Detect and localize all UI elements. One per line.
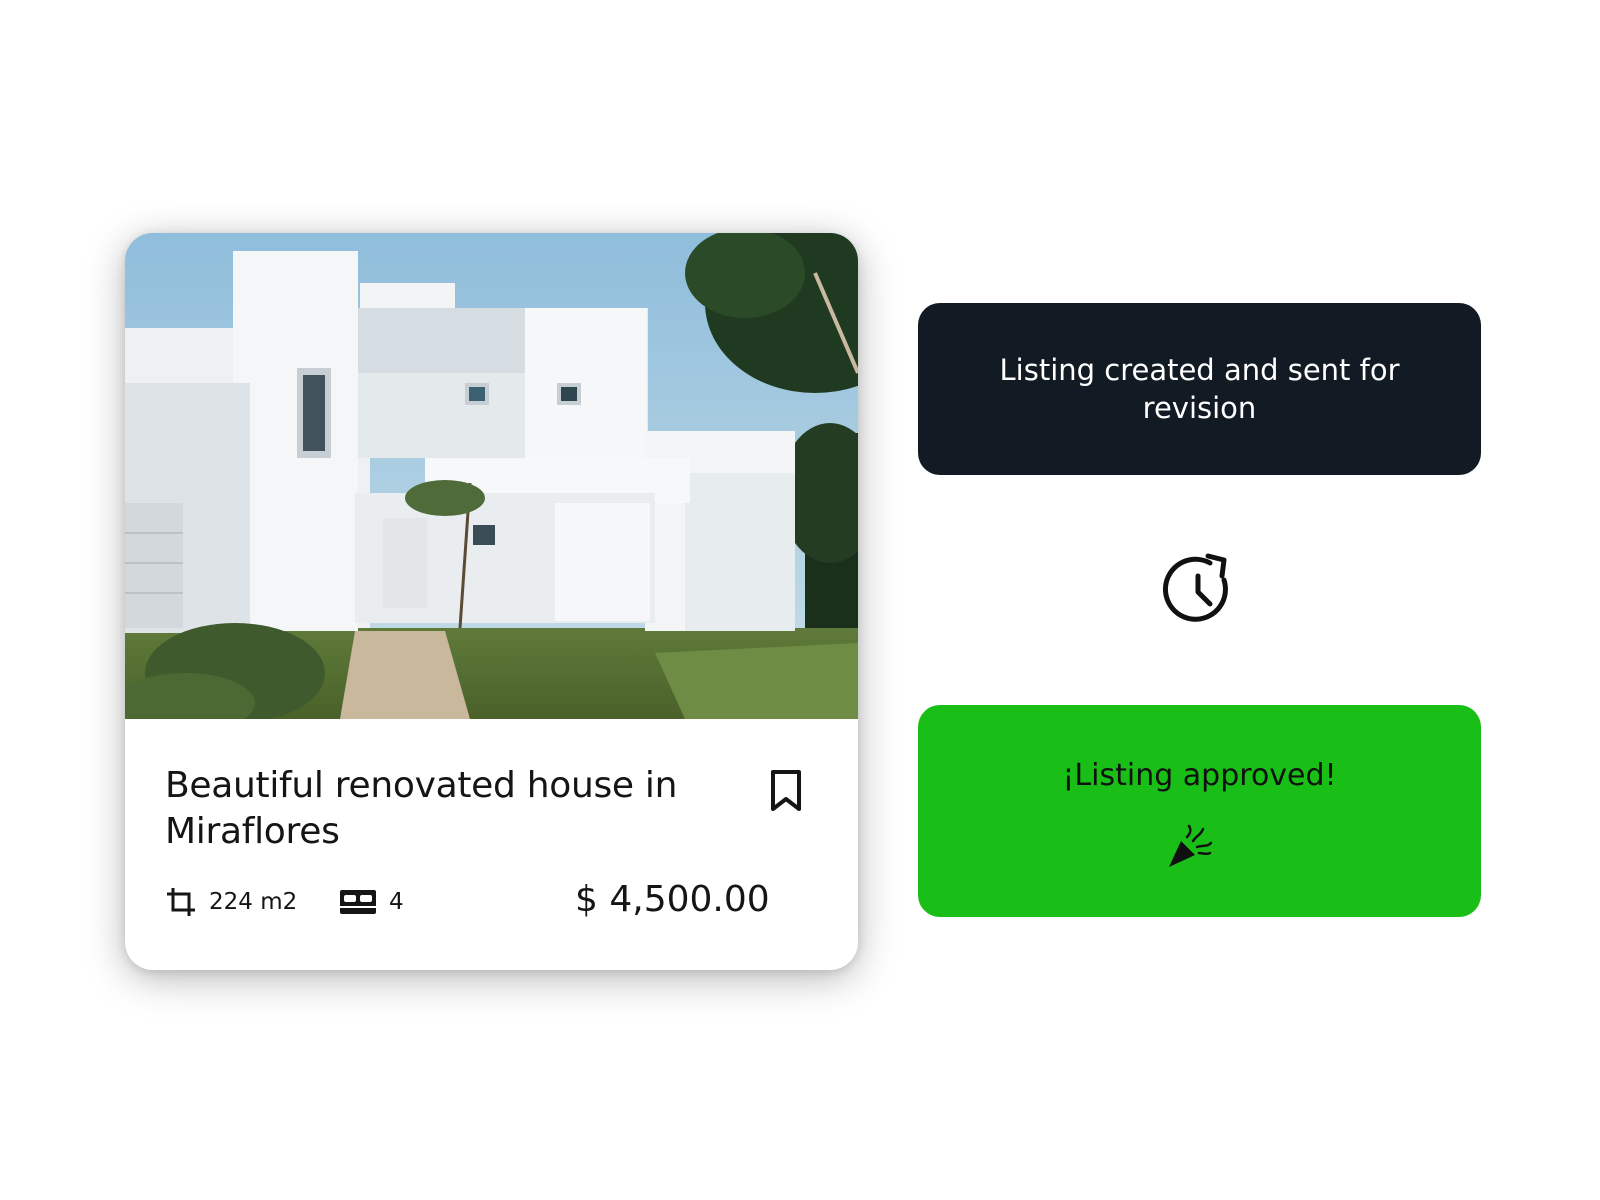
area-info: 224 m2 [165, 885, 297, 919]
bedrooms-info: 4 [339, 885, 404, 919]
listing-card[interactable]: Beautiful renovated house in Miraflores … [125, 233, 858, 970]
history-clock-icon [1162, 553, 1228, 622]
status-pending-box: Listing created and sent for revision [918, 303, 1481, 475]
status-approved-box: ¡Listing approved! [918, 705, 1481, 917]
area-value: 224 m2 [209, 889, 298, 915]
listing-price: $ 4,500.00 [575, 879, 770, 920]
bedrooms-value: 4 [389, 889, 404, 915]
party-popper-icon [1169, 824, 1213, 867]
status-pending-text: Listing created and sent for revision [999, 353, 1400, 425]
status-approved-text: ¡Listing approved! [1062, 758, 1337, 793]
stage: Beautiful renovated house in Miraflores … [0, 0, 1600, 1200]
bed-icon [340, 890, 376, 914]
crop-icon [167, 888, 195, 916]
listing-details: Beautiful renovated house in Miraflores … [125, 719, 858, 970]
bookmark-icon[interactable] [768, 769, 804, 813]
listing-title: Beautiful renovated house in Miraflores [165, 765, 678, 852]
listing-photo [125, 233, 858, 719]
